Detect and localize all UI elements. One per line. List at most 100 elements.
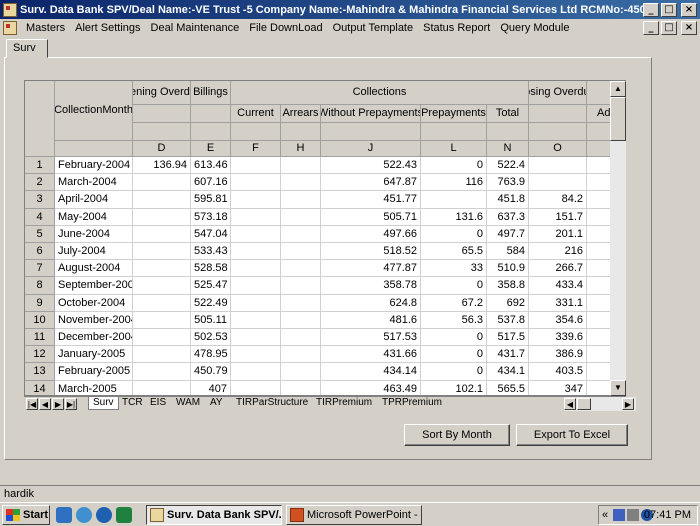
grid-cell[interactable]	[529, 174, 587, 192]
row-header[interactable]: 9	[25, 294, 55, 312]
grid-cell[interactable]	[281, 380, 321, 395]
month-cell[interactable]: February-2004	[55, 157, 133, 175]
menu-status-report[interactable]: Status Report	[418, 22, 495, 34]
row-header[interactable]: 13	[25, 363, 55, 381]
grid-cell[interactable]: 565.5	[487, 380, 529, 395]
excel-icon[interactable]	[116, 507, 132, 523]
grid-cell[interactable]	[133, 294, 191, 312]
grid-cell[interactable]: 478.95	[191, 346, 231, 364]
row-header[interactable]: 12	[25, 346, 55, 364]
grid-cell[interactable]: 433.4	[529, 277, 587, 295]
grid-cell[interactable]	[281, 191, 321, 209]
grid-cell[interactable]	[281, 157, 321, 175]
menu-file-download[interactable]: File DownLoad	[244, 22, 327, 34]
grid-cell[interactable]: 0	[421, 277, 487, 295]
close-button[interactable]: ×	[681, 2, 697, 17]
grid-cell[interactable]: 0	[421, 346, 487, 364]
grid-cell[interactable]	[281, 225, 321, 243]
grid-cell[interactable]: 451.8	[487, 191, 529, 209]
col-header-billings[interactable]: Billings	[191, 81, 231, 105]
sheet-tab-wam[interactable]: WAM	[172, 397, 204, 410]
month-cell[interactable]: March-2004	[55, 174, 133, 192]
vertical-scrollbar[interactable]: ▲ ▼	[610, 81, 626, 396]
row-header[interactable]: 4	[25, 208, 55, 226]
sheet-tab-tcr[interactable]: TCR	[118, 397, 147, 410]
grid-cell[interactable]: 518.52	[321, 243, 421, 261]
sheet-tab-ay[interactable]: AY	[206, 397, 227, 410]
grid-cell[interactable]: 607.16	[191, 174, 231, 192]
scroll-left-icon[interactable]: ◀	[564, 398, 576, 410]
col-header-opening-overdues[interactable]: Opening Overdues	[133, 81, 191, 105]
grid-cell[interactable]: 0	[421, 157, 487, 175]
grid-cell[interactable]	[231, 174, 281, 192]
grid-cell[interactable]	[281, 208, 321, 226]
grid-cell[interactable]: 505.71	[321, 208, 421, 226]
grid-cell[interactable]	[231, 346, 281, 364]
grid-cell[interactable]	[281, 277, 321, 295]
grid-cell[interactable]	[133, 225, 191, 243]
grid-cell[interactable]	[231, 311, 281, 329]
grid-cell[interactable]: 573.18	[191, 208, 231, 226]
col-header-collection-month[interactable]: CollectionMonth	[55, 81, 133, 141]
grid-cell[interactable]: 624.8	[321, 294, 421, 312]
grid-cell[interactable]: 358.78	[321, 277, 421, 295]
grid-cell[interactable]: 613.46	[191, 157, 231, 175]
child-minimize-button[interactable]: _	[643, 21, 659, 35]
grid-cell[interactable]	[231, 157, 281, 175]
grid-cell[interactable]	[529, 157, 587, 175]
grid-cell[interactable]: 525.47	[191, 277, 231, 295]
grid-cell[interactable]: 431.7	[487, 346, 529, 364]
grid-cell[interactable]: 647.87	[321, 174, 421, 192]
month-cell[interactable]: January-2005	[55, 346, 133, 364]
row-header[interactable]: 11	[25, 329, 55, 347]
grid-cell[interactable]	[231, 329, 281, 347]
grid-cell[interactable]: 537.8	[487, 311, 529, 329]
grid-cell[interactable]: 547.04	[191, 225, 231, 243]
col-header-prepayments[interactable]: Prepayments	[421, 105, 487, 123]
grid-cell[interactable]: 517.53	[321, 329, 421, 347]
grid-cell[interactable]	[133, 174, 191, 192]
row-header[interactable]: 2	[25, 174, 55, 192]
sheet-tab-tirparstructure[interactable]: TIRParStructure	[232, 397, 312, 410]
grid-cell[interactable]	[133, 380, 191, 395]
grid-cell[interactable]	[133, 208, 191, 226]
grid-cell[interactable]: 386.9	[529, 346, 587, 364]
sheet-tab-tprpremium[interactable]: TPRPremium	[378, 397, 446, 410]
ie-browser-icon[interactable]	[56, 507, 72, 523]
grid-cell[interactable]	[231, 243, 281, 261]
grid-cell[interactable]: 0	[421, 363, 487, 381]
menu-output-template[interactable]: Output Template	[328, 22, 419, 34]
grid-cell[interactable]	[133, 311, 191, 329]
messenger-icon[interactable]	[76, 507, 92, 523]
grid-cell[interactable]: 266.7	[529, 260, 587, 278]
grid-cell[interactable]: 216	[529, 243, 587, 261]
grid-cell[interactable]	[281, 260, 321, 278]
col-header-arrears[interactable]: Arrears	[281, 105, 321, 123]
first-sheet-icon[interactable]: |◀	[26, 398, 38, 410]
next-sheet-icon[interactable]: ▶	[52, 398, 64, 410]
grid-cell[interactable]: 434.1	[487, 363, 529, 381]
grid-cell[interactable]: 497.66	[321, 225, 421, 243]
grid-cell[interactable]	[281, 346, 321, 364]
col-header-closing-overdues[interactable]: Closing Overdues	[529, 81, 587, 105]
grid-cell[interactable]: 463.49	[321, 380, 421, 395]
month-cell[interactable]: February-2005	[55, 363, 133, 381]
grid-cell[interactable]	[231, 363, 281, 381]
grid-cell[interactable]	[231, 191, 281, 209]
grid-cell[interactable]: 347	[529, 380, 587, 395]
document-icon[interactable]	[3, 21, 17, 35]
grid-cell[interactable]	[281, 243, 321, 261]
scroll-down-icon[interactable]: ▼	[610, 380, 626, 396]
grid-cell[interactable]: 510.9	[487, 260, 529, 278]
child-close-button[interactable]: ×	[681, 21, 697, 35]
grid-cell[interactable]	[281, 329, 321, 347]
grid-cell[interactable]: 497.7	[487, 225, 529, 243]
grid-cell[interactable]	[281, 174, 321, 192]
row-header[interactable]: 8	[25, 277, 55, 295]
sheet-tab-eis[interactable]: EIS	[146, 397, 170, 410]
grid-cell[interactable]: 477.87	[321, 260, 421, 278]
child-restore-button[interactable]: □	[661, 21, 677, 35]
grid-cell[interactable]	[281, 294, 321, 312]
grid-cell[interactable]	[231, 380, 281, 395]
grid-cell[interactable]	[133, 363, 191, 381]
